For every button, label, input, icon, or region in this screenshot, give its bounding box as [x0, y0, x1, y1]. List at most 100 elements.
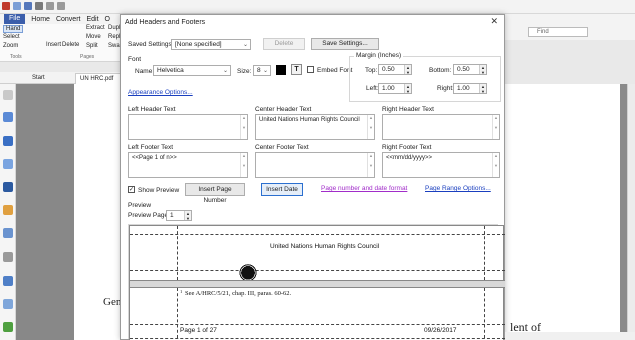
font-size-label: Size: [237, 68, 252, 75]
layers-icon[interactable] [3, 136, 13, 146]
attachments-icon[interactable] [3, 182, 13, 192]
document-page-right [505, 84, 620, 340]
right-header-label: Right Header Text [382, 106, 434, 113]
margin-group [349, 56, 501, 102]
font-size-select[interactable]: 8 ⌄ [253, 65, 271, 76]
app-title-bar [0, 0, 635, 14]
preview-page: United Nations Human Rights Council 1 Se… [129, 225, 505, 340]
extract-page-button[interactable]: Extract [86, 25, 105, 31]
preview-footer-guide [130, 324, 505, 325]
scrollbar[interactable]: ▲ ▼ [367, 153, 374, 177]
scrollbar[interactable]: ▲ ▼ [240, 153, 247, 177]
right-footer-textarea[interactable]: <<mm/dd/yyyy>> ▲ ▼ [382, 152, 500, 178]
zoom-tool-button[interactable]: Zoom [3, 43, 18, 49]
left-header-label: Left Header Text [128, 106, 176, 113]
left-header-textarea[interactable]: ▲ ▼ [128, 114, 248, 140]
un-emblem-icon [235, 262, 261, 280]
margin-top-field[interactable]: 0.50 ▲ ▼ [378, 64, 412, 75]
chevron-down-icon: ⌄ [242, 42, 248, 48]
fields-icon[interactable] [3, 252, 13, 262]
margin-left-field[interactable]: 1.00 ▲ ▼ [378, 83, 412, 94]
center-footer-label: Center Footer Text [255, 144, 309, 151]
signature-icon[interactable] [3, 276, 13, 286]
select-tool-button[interactable]: Select [3, 34, 20, 40]
margin-bottom-field[interactable]: 0.50 ▲ ▼ [453, 64, 487, 75]
embed-font-checkbox[interactable] [307, 66, 314, 73]
spinner-arrows-icon[interactable]: ▲ ▼ [479, 84, 486, 94]
replace-page-button[interactable]: Repl [108, 34, 120, 40]
font-name-select[interactable]: Helvetica ⌄ [153, 65, 231, 76]
spinner-arrows-icon[interactable]: ▲ ▼ [184, 211, 191, 221]
margin-bottom-value: 0.50 [457, 66, 470, 73]
open-icon[interactable] [13, 2, 21, 10]
margin-top-label: Top: [365, 67, 378, 74]
print-icon[interactable] [35, 2, 43, 10]
scrollbar[interactable]: ▲ ▼ [367, 115, 374, 139]
spinner-arrows-icon[interactable]: ▲ ▼ [479, 65, 486, 75]
font-group-label: Font [128, 56, 142, 63]
pages-icon[interactable] [3, 299, 13, 309]
bookmarks-icon[interactable] [3, 112, 13, 122]
insert-date-button[interactable]: Insert Date [261, 183, 303, 196]
page-range-options-link[interactable]: Page Range Options... [425, 185, 491, 192]
delete-settings-button[interactable]: Delete [263, 38, 305, 50]
preview-left-margin-guide-footer [177, 288, 178, 338]
right-footer-value: <<mm/dd/yyyy>> [386, 155, 433, 161]
document-text-fragment-left: Gen [103, 296, 122, 308]
underline-button[interactable]: T [291, 64, 302, 75]
center-header-textarea[interactable]: United Nations Human Rights Council ▲ ▼ [255, 114, 375, 140]
insert-page-number-button[interactable]: Insert Page Number [185, 183, 245, 204]
right-header-textarea[interactable]: ▲ ▼ [382, 114, 500, 140]
menu-edit[interactable]: Edit [86, 16, 98, 23]
saved-settings-select[interactable]: [None specified] ⌄ [171, 39, 251, 50]
thumbnails-icon[interactable] [3, 159, 13, 169]
save-settings-button[interactable]: Save Settings... [311, 38, 379, 50]
find-input[interactable]: Find [528, 27, 588, 37]
delete-page-button[interactable]: Delete [62, 42, 79, 48]
spinner-arrows-icon[interactable]: ▲ ▼ [404, 65, 411, 75]
appearance-options-link[interactable]: Appearance Options... [128, 89, 193, 96]
extract-icon[interactable] [3, 322, 13, 332]
tab-document[interactable]: UN HRC.pdf [75, 73, 123, 84]
show-preview-checkbox[interactable]: ✓ [128, 186, 135, 193]
save-icon[interactable] [24, 2, 32, 10]
margin-left-label: Left: [366, 85, 379, 92]
tab-start[interactable]: Start [32, 75, 45, 81]
menu-home[interactable]: Home [31, 16, 50, 23]
preview-area: United Nations Human Rights Council 1 Se… [128, 224, 505, 340]
margin-right-field[interactable]: 1.00 ▲ ▼ [453, 83, 487, 94]
security-icon[interactable] [3, 205, 13, 215]
center-footer-textarea[interactable]: ▲ ▼ [255, 152, 375, 178]
close-icon[interactable]: ✕ [490, 16, 498, 27]
menu-convert[interactable]: Convert [56, 16, 81, 23]
preview-left-margin-guide [177, 226, 178, 280]
document-scrollbar[interactable] [627, 84, 635, 340]
preview-header-text: United Nations Human Rights Council [270, 243, 380, 250]
split-page-button[interactable]: Split [86, 43, 98, 49]
scrollbar[interactable]: ▲ ▼ [492, 115, 499, 139]
left-footer-textarea[interactable]: <<Page 1 of n>> ▲ ▼ [128, 152, 248, 178]
collapse-icon[interactable] [3, 90, 13, 100]
preview-top-margin-guide [130, 234, 505, 235]
menu-more[interactable]: O [105, 16, 110, 23]
move-page-button[interactable]: Move [86, 34, 101, 40]
undo-icon[interactable] [46, 2, 54, 10]
font-name-value: Helvetica [157, 67, 184, 74]
page-number-date-format-link[interactable]: Page number and date format [321, 185, 407, 192]
spinner-arrows-icon[interactable]: ▲ ▼ [404, 84, 411, 94]
redo-icon[interactable] [57, 2, 65, 10]
dialog-title: Add Headers and Footers [125, 19, 206, 26]
font-color-swatch[interactable] [276, 65, 286, 75]
preview-footer-left: Page 1 of 27 [180, 327, 217, 334]
document-view-left: Gen [16, 84, 122, 340]
scrollbar[interactable]: ▲ ▼ [240, 115, 247, 139]
menu-file[interactable]: File [4, 14, 26, 24]
preview-page-break [130, 280, 505, 288]
comments-icon[interactable] [3, 228, 13, 238]
duplicate-page-button[interactable]: Dupl [108, 25, 120, 31]
preview-page-field[interactable]: 1 ▲ ▼ [166, 210, 192, 221]
preview-footer-right: 09/26/2017 [424, 327, 457, 334]
insert-page-button[interactable]: Insert [46, 42, 61, 48]
hand-tool-button[interactable]: Hand [3, 25, 24, 33]
scrollbar[interactable]: ▲ ▼ [492, 153, 499, 177]
